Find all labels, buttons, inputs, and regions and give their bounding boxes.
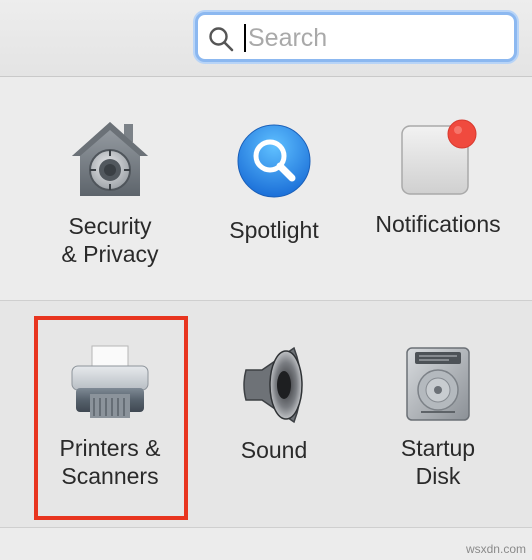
notifications-icon (401, 119, 477, 195)
watermark: wsxdn.com (465, 542, 526, 556)
pref-sound[interactable]: Sound (212, 342, 336, 464)
pref-label: Spotlight (229, 217, 319, 243)
pref-label: Startup Disk (400, 435, 476, 489)
search-input[interactable] (246, 21, 500, 55)
highlight-annotation (34, 316, 188, 520)
speaker-icon (243, 346, 303, 424)
pref-label: Security & Privacy (61, 213, 159, 267)
pref-label: Sound (240, 437, 308, 463)
pref-startup-disk[interactable]: Startup Disk (376, 344, 500, 490)
toolbar (0, 0, 532, 77)
preferences-section-3 (0, 528, 532, 560)
security-house-icon (72, 122, 148, 196)
pref-notifications[interactable]: Notifications (362, 118, 514, 238)
pref-security-privacy[interactable]: Security & Privacy (48, 120, 172, 268)
spotlight-icon (237, 124, 311, 198)
hard-disk-icon (406, 347, 470, 421)
pref-spotlight[interactable]: Spotlight (212, 122, 336, 244)
pref-label: Notifications (375, 211, 501, 237)
search-field[interactable] (195, 12, 517, 62)
search-icon (209, 27, 234, 52)
